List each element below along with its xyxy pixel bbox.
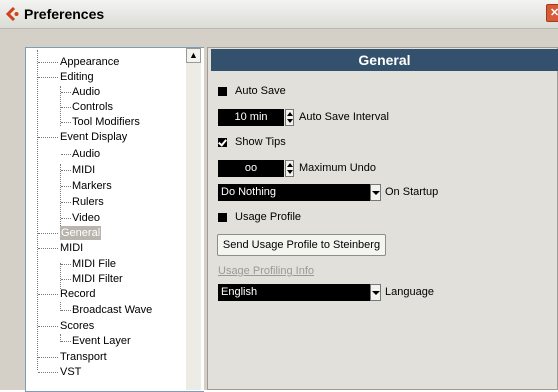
tree-scrollbar[interactable] [186, 63, 201, 390]
tree-item-markers[interactable]: Markers [26, 179, 196, 193]
tree-item-label: MIDI File [72, 258, 116, 270]
on-startup-dropdown-button[interactable] [370, 184, 381, 201]
tree-item-editing[interactable]: Editing [26, 70, 196, 84]
tree-item-editing-audio[interactable]: Audio [26, 85, 196, 99]
tree-item-label: MIDI [72, 164, 96, 176]
panel-header-title: General [358, 52, 411, 68]
tree-item-controls[interactable]: Controls [26, 100, 196, 114]
tree-item-label: Rulers [72, 196, 104, 208]
tree-item-label: Audio [72, 148, 101, 160]
tree-item-video[interactable]: Video [26, 211, 196, 225]
tree-item-event-display-audio[interactable]: Audio [26, 147, 196, 161]
usage-profile-checkbox[interactable] [218, 213, 227, 222]
tree-item-label: Editing [60, 71, 94, 83]
maximum-undo-value: oo [244, 162, 258, 174]
tree-item-vst[interactable]: VST [26, 365, 196, 379]
tree-item-label: Appearance [60, 56, 120, 68]
tree-item-scores[interactable]: Scores [26, 319, 196, 333]
tree-item-event-display[interactable]: Event Display [26, 130, 196, 144]
tree-item-event-layer[interactable]: Event Layer [26, 334, 196, 348]
usage-profiling-info-link[interactable]: Usage Profiling Info [218, 265, 314, 277]
preferences-tree: Appearance Editing Audio Controls Tool M… [25, 47, 204, 392]
stepper-down-icon [287, 119, 293, 123]
close-button[interactable]: ✕ [546, 4, 558, 22]
on-startup-select[interactable]: Do Nothing [218, 184, 370, 201]
show-tips-checkbox[interactable] [218, 138, 227, 147]
language-select[interactable]: English [218, 284, 370, 301]
tree-item-event-display-midi[interactable]: MIDI [26, 163, 196, 177]
tree-item-label: Video [72, 212, 100, 224]
maximum-undo-label: Maximum Undo [299, 162, 377, 174]
close-icon: ✕ [550, 7, 558, 19]
tree-item-label: MIDI [60, 242, 84, 254]
stepper-down-icon [287, 170, 293, 174]
tree-item-transport[interactable]: Transport [26, 350, 196, 364]
tree-item-label: Event Display [60, 131, 128, 143]
maximum-undo-field[interactable]: oo [218, 160, 284, 177]
auto-save-interval-value: 10 min [234, 111, 268, 123]
tree-item-midi[interactable]: MIDI [26, 241, 196, 255]
stepper-up-icon [287, 163, 293, 167]
auto-save-checkbox[interactable] [218, 87, 227, 96]
tree-item-label: Event Layer [72, 335, 131, 347]
scroll-up-button[interactable]: ▲ [186, 48, 201, 63]
cubase-logo-icon [5, 6, 20, 22]
tree-item-label: Broadcast Wave [72, 304, 153, 316]
tree-item-tool-modifiers[interactable]: Tool Modifiers [26, 115, 196, 129]
tree-item-appearance[interactable]: Appearance [26, 55, 196, 69]
tree-item-label: VST [60, 366, 82, 378]
auto-save-interval-field[interactable]: 10 min [218, 109, 284, 126]
tree-item-label: Transport [60, 351, 107, 363]
window-title: Preferences [24, 6, 105, 22]
language-value: English [221, 286, 258, 298]
auto-save-interval-stepper[interactable] [285, 109, 294, 126]
tree-item-label: Markers [72, 180, 112, 192]
auto-save-interval-label: Auto Save Interval [299, 111, 389, 123]
chevron-down-icon [372, 191, 380, 195]
send-usage-profile-label: Send Usage Profile to Steinberg [222, 239, 381, 251]
usage-profile-label: Usage Profile [235, 211, 302, 223]
on-startup-value: Do Nothing [221, 186, 277, 198]
tree-item-broadcast-wave[interactable]: Broadcast Wave [26, 303, 196, 317]
send-usage-profile-button[interactable]: Send Usage Profile to Steinberg [217, 234, 386, 256]
tree-item-midi-filter[interactable]: MIDI Filter [26, 272, 196, 286]
language-label: Language [385, 286, 434, 298]
maximum-undo-stepper[interactable] [285, 160, 294, 177]
tree-item-midi-file[interactable]: MIDI File [26, 257, 196, 271]
show-tips-label: Show Tips [235, 136, 286, 148]
on-startup-label: On Startup [385, 186, 439, 198]
title-bar[interactable]: Preferences ✕ [0, 0, 558, 29]
stepper-up-icon [287, 112, 293, 116]
tree-item-label: General [60, 226, 102, 240]
tree-item-general[interactable]: General [26, 226, 196, 240]
tree-item-label: Audio [72, 86, 101, 98]
tree-item-label: MIDI Filter [72, 273, 123, 285]
tree-item-record[interactable]: Record [26, 287, 196, 301]
tree-item-label: Tool Modifiers [72, 116, 140, 128]
tree-item-label: Scores [60, 320, 95, 332]
chevron-up-icon: ▲ [189, 50, 198, 60]
chevron-down-icon [372, 291, 380, 295]
language-dropdown-button[interactable] [370, 284, 381, 301]
preferences-window: Preferences ✕ Appearance Editing Audio C… [0, 0, 558, 392]
tree-item-label: Record [60, 288, 96, 300]
auto-save-label: Auto Save [235, 85, 286, 97]
tree-item-rulers[interactable]: Rulers [26, 195, 196, 209]
tree-item-label: Controls [72, 101, 113, 113]
